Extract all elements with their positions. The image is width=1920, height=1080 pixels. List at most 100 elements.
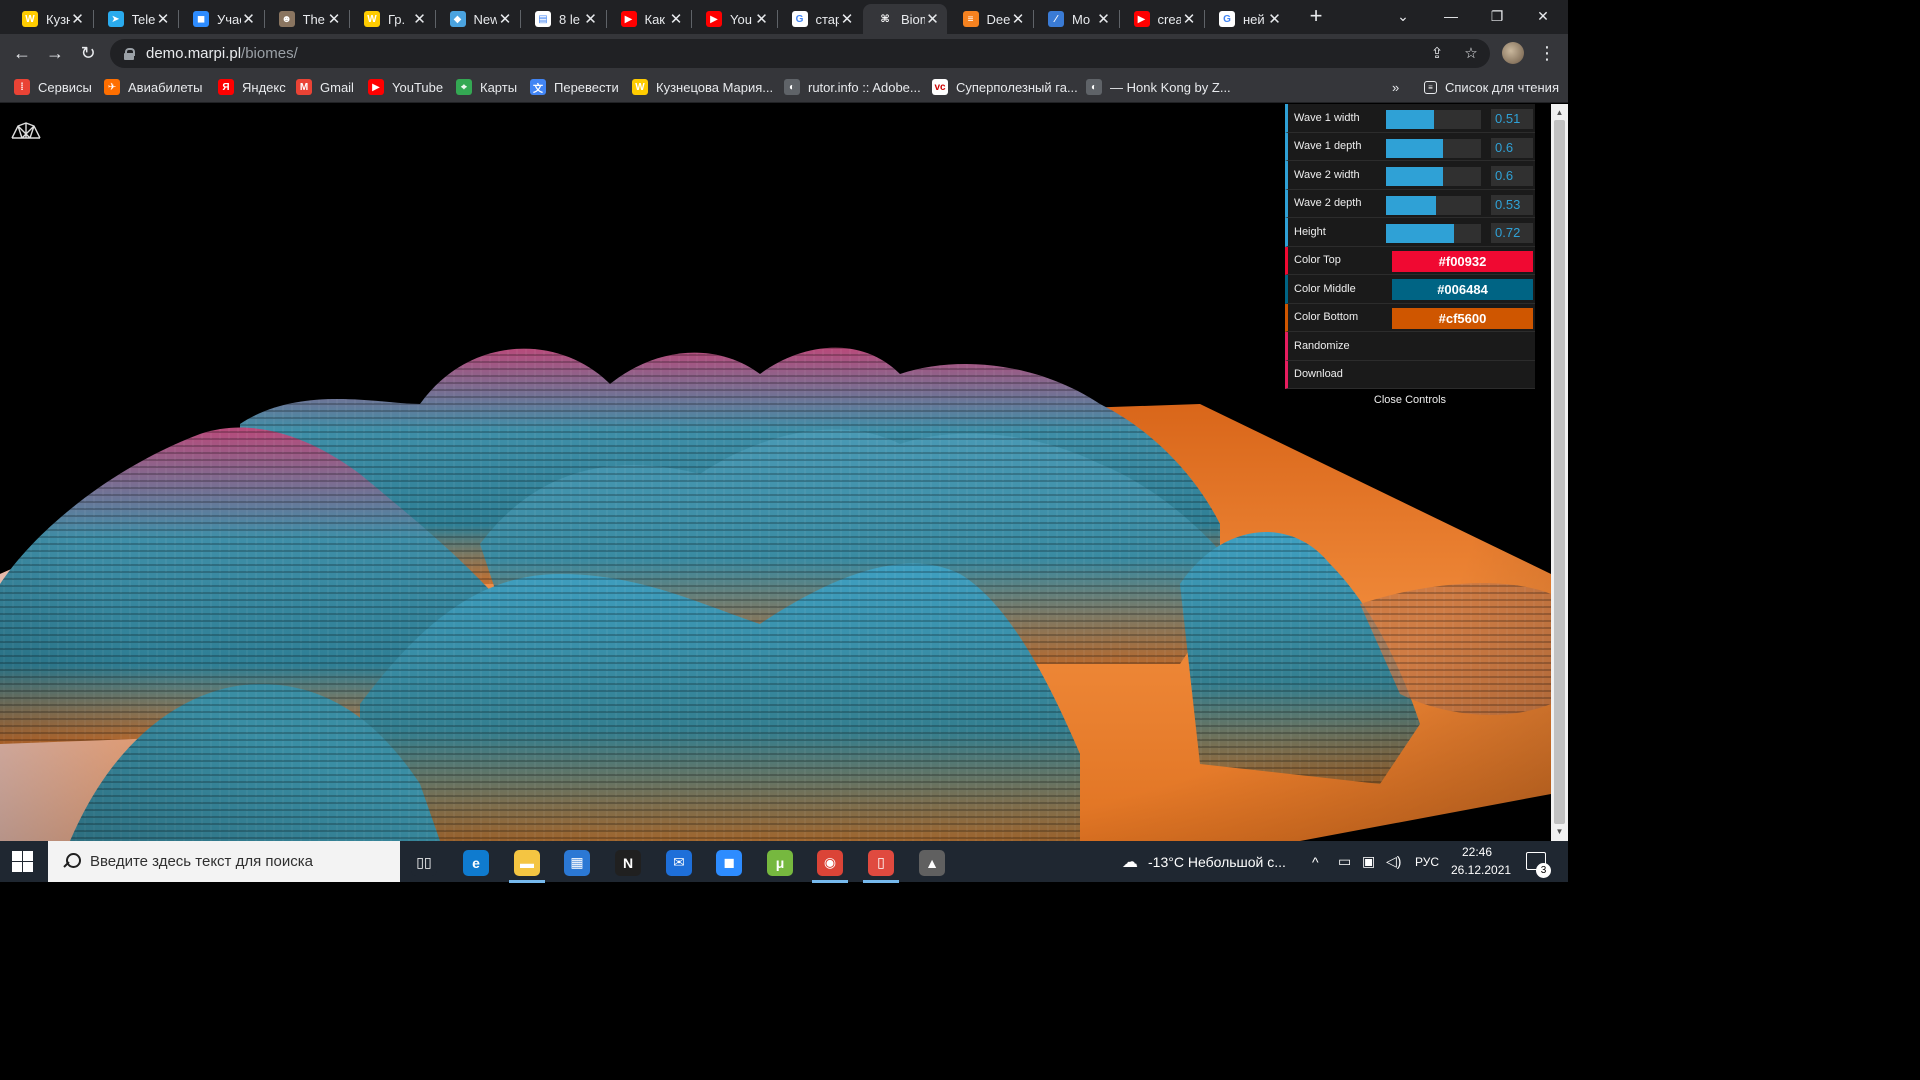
- bookmark-item[interactable]: ⁞ Сервисы: [14, 78, 92, 96]
- tray-overflow-icon[interactable]: ^: [1312, 841, 1319, 882]
- tab-close-icon[interactable]: ✕: [70, 10, 86, 28]
- tab[interactable]: ◼ Участники✕: [179, 4, 263, 34]
- tab[interactable]: ➤ Telegram✕: [94, 4, 178, 34]
- slider-fill[interactable]: [1386, 224, 1455, 243]
- weather-widget[interactable]: ☁ -13°C Небольшой с...: [1122, 841, 1286, 882]
- tab[interactable]: W Гр. ✕: [350, 4, 434, 34]
- slider-track[interactable]: [1386, 138, 1481, 158]
- bookmark-item[interactable]: 文 Перевести: [530, 78, 619, 96]
- slider-value-input[interactable]: 0.53: [1491, 194, 1533, 215]
- scrollbar-thumb[interactable]: [1554, 120, 1565, 824]
- taskbar-app-edge[interactable]: e: [456, 846, 496, 879]
- tab-close-icon[interactable]: ✕: [1267, 10, 1283, 28]
- tab[interactable]: ☻ The ✕: [265, 4, 349, 34]
- slider-fill[interactable]: [1386, 138, 1443, 158]
- address-bar[interactable]: demo.marpi.pl/biomes/ ⇪ ☆: [110, 39, 1490, 68]
- slider-track[interactable]: [1386, 110, 1481, 129]
- restore-button[interactable]: ❐: [1474, 3, 1520, 29]
- share-icon[interactable]: ⇪: [1428, 45, 1446, 63]
- tab-close-icon[interactable]: ✕: [155, 10, 171, 28]
- taskbar-app-task-view[interactable]: ▯▯: [404, 846, 444, 879]
- tab[interactable]: ▤ 8 le ✕: [521, 4, 605, 34]
- biomes-logo-icon[interactable]: [10, 120, 42, 142]
- tab-close-icon[interactable]: ✕: [583, 10, 599, 28]
- randomize-button[interactable]: Randomize: [1285, 332, 1535, 361]
- tab-close-icon[interactable]: ✕: [1010, 10, 1026, 28]
- windows-start-icon[interactable]: [12, 851, 34, 873]
- tab[interactable]: ⌘ Biomes✕: [863, 4, 947, 34]
- bookmark-item[interactable]: Я Яндекс: [218, 78, 286, 96]
- taskbar-app-microsoft-store[interactable]: ▦: [557, 846, 597, 879]
- taskbar-app-phone-app[interactable]: ▯: [861, 846, 901, 883]
- reload-icon[interactable]: ↻: [75, 40, 101, 66]
- slider-fill[interactable]: [1386, 195, 1437, 215]
- slider-value-input[interactable]: 0.6: [1491, 137, 1533, 158]
- battery-icon[interactable]: ▭: [1338, 841, 1351, 882]
- tab[interactable]: ∕ Mo ✕: [1034, 4, 1118, 34]
- taskbar-app-utorrent[interactable]: μ: [760, 846, 800, 879]
- back-arrow-icon[interactable]: ←: [9, 40, 35, 66]
- slider-value-input[interactable]: 0.51: [1491, 109, 1533, 129]
- tab-close-icon[interactable]: ✕: [497, 10, 513, 28]
- language-indicator[interactable]: РУС: [1415, 841, 1439, 882]
- volume-icon[interactable]: ◁): [1386, 841, 1401, 882]
- tab[interactable]: W Кузнецова✕: [8, 4, 92, 34]
- slider-track[interactable]: [1386, 167, 1481, 186]
- bookmark-item[interactable]: ◐ — Honk Kong by Z...: [1086, 78, 1231, 96]
- taskbar-app-zoom[interactable]: ◼: [709, 846, 749, 879]
- tab-close-icon[interactable]: ✕: [754, 10, 770, 28]
- tab-close-icon[interactable]: ✕: [241, 10, 257, 28]
- taskbar-app-file-explorer[interactable]: ▬: [507, 846, 547, 883]
- slider-track[interactable]: [1386, 224, 1481, 243]
- profile-avatar[interactable]: [1502, 42, 1524, 64]
- scroll-down-arrow-icon[interactable]: ▼: [1551, 825, 1568, 839]
- lock-icon[interactable]: [124, 48, 135, 60]
- tab-close-icon[interactable]: ✕: [1181, 10, 1197, 28]
- tab-close-icon[interactable]: ✕: [839, 10, 855, 28]
- slider-value-input[interactable]: 0.72: [1491, 223, 1533, 243]
- forward-arrow-icon[interactable]: →: [42, 40, 68, 66]
- close-controls-button[interactable]: Close Controls: [1285, 389, 1535, 412]
- taskbar-search-box[interactable]: Введите здесь текст для поиска: [48, 841, 400, 882]
- new-tab-button[interactable]: +: [1304, 5, 1328, 29]
- taskbar-app-notion[interactable]: N: [608, 846, 648, 879]
- slider-fill[interactable]: [1386, 110, 1435, 129]
- color-swatch-input[interactable]: #cf5600: [1392, 307, 1533, 329]
- bookmark-item[interactable]: ✈ Авиабилеты: [104, 78, 202, 96]
- minimize-button[interactable]: —: [1428, 3, 1474, 29]
- tab[interactable]: ▶ Как ✕: [607, 4, 691, 34]
- bookmark-item[interactable]: M Gmail: [296, 78, 354, 96]
- bookmark-item[interactable]: ⌖ Карты: [456, 78, 517, 96]
- tab[interactable]: ▶ crea ✕: [1120, 4, 1204, 34]
- tab-close-icon[interactable]: ✕: [925, 10, 941, 28]
- bookmark-item[interactable]: ▶ YouTube: [368, 78, 443, 96]
- vertical-scrollbar[interactable]: ▲ ▼: [1551, 104, 1568, 841]
- bookmark-item[interactable]: ◐ rutor.info :: Adobe...: [784, 78, 921, 96]
- bookmark-item[interactable]: vc Суперполезный га...: [932, 78, 1078, 96]
- scroll-up-arrow-icon[interactable]: ▲: [1551, 106, 1568, 120]
- bookmark-star-icon[interactable]: ☆: [1462, 45, 1480, 63]
- clock-date[interactable]: 26.12.2021: [1451, 863, 1511, 877]
- bookmarks-overflow-icon[interactable]: »: [1392, 78, 1399, 96]
- slider-track[interactable]: [1386, 195, 1481, 215]
- url-host[interactable]: demo.marpi.pl: [146, 45, 241, 62]
- tab-close-icon[interactable]: ✕: [412, 10, 428, 28]
- more-menu-icon[interactable]: ⋮: [1538, 42, 1556, 64]
- network-icon[interactable]: ▣: [1362, 841, 1375, 882]
- tab[interactable]: ▶ You ✕: [692, 4, 776, 34]
- tab-search-icon[interactable]: ⌄: [1380, 3, 1426, 29]
- close-window-button[interactable]: ✕: [1520, 3, 1566, 29]
- tab[interactable]: ≡ Dee ✕: [949, 4, 1033, 34]
- tab-close-icon[interactable]: ✕: [1096, 10, 1112, 28]
- tab[interactable]: Gстар ✕: [778, 4, 862, 34]
- tab[interactable]: Gней ✕: [1205, 4, 1289, 34]
- url-path[interactable]: /biomes/: [241, 45, 298, 62]
- taskbar-app-mail[interactable]: ✉: [659, 846, 699, 879]
- tab-close-icon[interactable]: ✕: [668, 10, 684, 28]
- tab[interactable]: ◆ New ✕: [436, 4, 520, 34]
- tab-close-icon[interactable]: ✕: [326, 10, 342, 28]
- color-swatch-input[interactable]: #f00932: [1392, 250, 1533, 272]
- download-button[interactable]: Download: [1285, 360, 1535, 389]
- bookmark-item[interactable]: W Кузнецова Мария...: [632, 78, 773, 96]
- taskbar-app-inkscape[interactable]: ▲: [912, 846, 952, 879]
